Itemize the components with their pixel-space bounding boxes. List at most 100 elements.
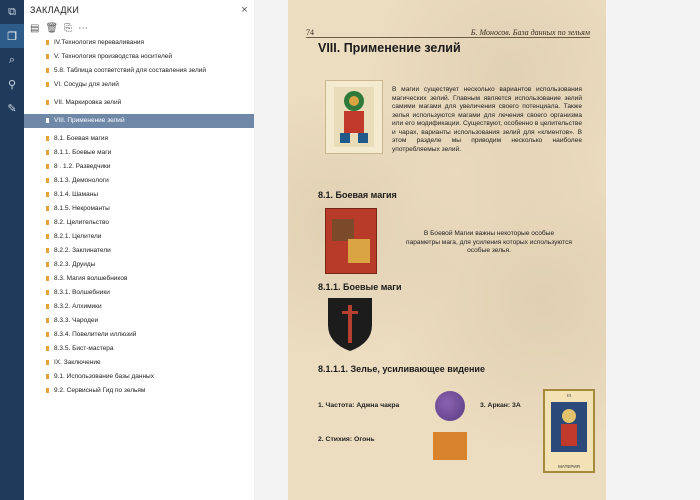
bookmark-label: 8.3. Магия волшебников xyxy=(54,275,128,282)
signature-icon[interactable]: ✎ xyxy=(0,96,24,120)
bookmark-label: 8.3.4. Повелители иллюзий xyxy=(54,331,137,338)
bookmark-item[interactable]: 8.2.2. Заклинатели xyxy=(24,244,254,258)
bookmark-item[interactable]: VI. Сосуды для зелий xyxy=(24,78,254,92)
bookmark-label: VII. Маркировка зелий xyxy=(54,99,122,106)
bookmark-item[interactable]: 8.3.1. Волшебники xyxy=(24,286,254,300)
new-bookmark-icon[interactable]: ⎘ xyxy=(64,23,72,34)
bookmark-label: V. Технология производства носителей xyxy=(54,53,173,60)
section-heading-vision-potion: 8.1.1.1. Зелье, усиливающее видение xyxy=(318,364,485,374)
bookmark-label: 9.2. Сервисный Гид по зельям xyxy=(54,387,146,394)
bookmark-page-icon xyxy=(46,220,49,225)
purple-frequency-circle xyxy=(435,391,465,421)
bookmark-page-icon xyxy=(46,40,49,45)
delete-icon[interactable]: 🗑 xyxy=(45,23,58,34)
frequency-label: 1. Частота: Аджна чакра xyxy=(318,402,400,409)
bookmark-page-icon xyxy=(46,100,49,105)
bookmark-item[interactable]: 8.2. Целительство xyxy=(24,216,254,230)
bookmark-page-icon xyxy=(46,206,49,211)
bookmark-item[interactable]: 8.1.3. Демонологи xyxy=(24,174,254,188)
bookmark-label: 8.1. Боевая магия xyxy=(54,135,109,142)
attachment-icon[interactable]: ⚲ xyxy=(0,72,24,96)
bookmark-label: VI. Сосуды для зелий xyxy=(54,81,119,88)
bookmark-item[interactable]: 8.1.5. Некроманты xyxy=(24,202,254,216)
expand-icon[interactable]: ▤ xyxy=(30,23,39,34)
bookmark-item[interactable]: 9.2. Сервисный Гид по зельям xyxy=(24,384,254,398)
bookmark-item[interactable]: V. Технология производства носителей xyxy=(24,50,254,64)
bookmark-page-icon xyxy=(46,346,49,351)
aztec-deity-illustration xyxy=(325,80,383,154)
more-options-icon[interactable]: ⋯ xyxy=(78,23,88,34)
bookmark-label: 8.1.1. Боевые маги xyxy=(54,149,112,156)
bookmark-label: 8.3.3. Чародеи xyxy=(54,317,99,324)
running-title: Б. Моносов. База данных по зельям xyxy=(470,28,590,37)
bookmark-item[interactable]: 8.3.3. Чародеи xyxy=(24,314,254,328)
bookmark-item[interactable]: 8.1.1. Боевые маги xyxy=(24,146,254,160)
bookmark-page-icon xyxy=(46,164,49,169)
element-label: 2. Стихия: Огонь xyxy=(318,436,375,443)
bookmark-item[interactable]: 8.2.3. Друиды xyxy=(24,258,254,272)
fire-element-swatch xyxy=(433,432,467,460)
document-viewer[interactable]: 74 Б. Моносов. База данных по зельям VII… xyxy=(254,0,700,500)
section-heading-battle-mages: 8.1.1. Боевые маги xyxy=(318,282,402,292)
bookmark-item[interactable]: 9.1. Использование базы данных xyxy=(24,370,254,384)
bookmark-item[interactable]: VII. Маркировка зелий xyxy=(24,96,254,110)
bookmark-page-icon xyxy=(46,374,49,379)
bookmark-item[interactable]: VIII. Применение зелий xyxy=(24,114,254,128)
tarot-card: III МАТЕРИЯ xyxy=(543,389,595,473)
bookmark-page-icon xyxy=(46,136,49,141)
close-icon[interactable]: × xyxy=(241,4,248,16)
left-tool-rail: ⧉ ❐ ⌕ ⚲ ✎ xyxy=(0,0,24,500)
bookmark-item[interactable]: 8.3.4. Повелители иллюзий xyxy=(24,328,254,342)
bookmark-item[interactable]: 8.1.4. Шаманы xyxy=(24,188,254,202)
bookmark-label: 8.1.4. Шаманы xyxy=(54,191,98,198)
bookmarks-panel: ЗАКЛАДКИ × ▤ 🗑 ⎘ ⋯ IV.Технология перевал… xyxy=(24,0,255,500)
page-number: 74 xyxy=(306,28,314,37)
bookmark-icon[interactable]: ❐ xyxy=(0,24,24,48)
bookmark-label: IX. Заключение xyxy=(54,359,101,366)
bookmark-label: IV.Технология переваливания xyxy=(54,39,145,46)
document-page: 74 Б. Моносов. База данных по зельям VII… xyxy=(288,0,606,500)
bookmark-item[interactable]: 5.8. Таблица соответствий для составлени… xyxy=(24,64,254,78)
bookmark-page-icon xyxy=(46,54,49,59)
bookmark-page-icon xyxy=(46,388,49,393)
bookmark-item[interactable]: 8.2.1. Целители xyxy=(24,230,254,244)
pages-icon[interactable]: ⧉ xyxy=(0,0,24,24)
bookmark-page-icon xyxy=(46,360,49,365)
arcana-label: 3. Аркан: 3А xyxy=(480,402,521,409)
bookmark-label: 8.2.1. Целители xyxy=(54,233,102,240)
chapter-heading: VIII. Применение зелий xyxy=(318,41,461,55)
intro-paragraph: В магии существует несколько вариантов и… xyxy=(392,86,582,153)
shield-sword-emblem xyxy=(325,295,375,353)
bookmark-list: IV.Технология переваливания V. Технология… xyxy=(24,36,254,398)
bookmark-page-icon xyxy=(46,192,49,197)
section-heading-combat: 8.1. Боевая магия xyxy=(318,190,397,200)
bookmark-page-icon xyxy=(46,318,49,323)
bookmark-label: 8 . 1.2. Разведчики xyxy=(54,163,111,170)
bookmark-item[interactable]: 8.3.5. Бист-мастера xyxy=(24,342,254,356)
tarot-card-caption: МАТЕРИЯ xyxy=(558,464,580,469)
panel-title: ЗАКЛАДКИ xyxy=(30,5,80,15)
bookmark-page-icon xyxy=(46,150,49,155)
bookmark-item[interactable]: 8 . 1.2. Разведчики xyxy=(24,160,254,174)
bookmark-item[interactable]: IX. Заключение xyxy=(24,356,254,370)
bookmark-page-icon xyxy=(46,178,49,183)
search-icon[interactable]: ⌕ xyxy=(0,48,24,72)
bookmark-label: 8.2.3. Друиды xyxy=(54,261,96,268)
bookmark-page-icon xyxy=(46,276,49,281)
bookmark-item[interactable]: 8.1. Боевая магия xyxy=(24,132,254,146)
bookmark-page-icon xyxy=(46,304,49,309)
bookmark-page-icon xyxy=(46,234,49,239)
bookmark-item[interactable]: IV.Технология переваливания xyxy=(24,36,254,50)
bookmark-page-icon xyxy=(46,248,49,253)
bookmark-label: 8.3.2. Алхимики xyxy=(54,303,102,310)
bookmark-page-icon xyxy=(46,118,49,123)
bookmark-label: 8.1.5. Некроманты xyxy=(54,205,110,212)
bookmark-label: 8.3.5. Бист-мастера xyxy=(54,345,114,352)
bookmark-page-icon xyxy=(46,68,49,73)
bookmark-label: VIII. Применение зелий xyxy=(54,117,125,124)
bookmark-label: 8.2. Целительство xyxy=(54,219,109,226)
combat-paragraph: В Боевой Магии важны некоторые особые па… xyxy=(406,230,572,254)
bookmark-item[interactable]: 8.3.2. Алхимики xyxy=(24,300,254,314)
book-cover-image xyxy=(325,208,377,274)
bookmark-item[interactable]: 8.3. Магия волшебников xyxy=(24,272,254,286)
